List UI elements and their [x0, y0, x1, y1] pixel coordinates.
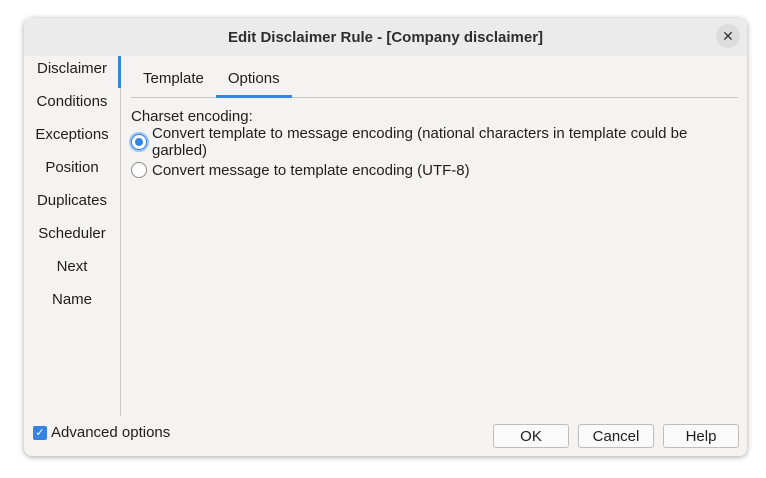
help-button[interactable]: Help	[663, 424, 739, 448]
ok-button[interactable]: OK	[493, 424, 569, 448]
dialog-footer: ✓ Advanced options OK Cancel Help	[24, 416, 747, 456]
content-panel: Template Options Charset encoding: Conve…	[131, 56, 738, 416]
sidebar-item-position[interactable]: Position	[24, 155, 120, 188]
radio-unchecked-icon[interactable]	[131, 162, 147, 178]
radio-checked-icon[interactable]	[131, 134, 147, 150]
close-button[interactable]: ✕	[716, 24, 740, 48]
tab-options[interactable]: Options	[215, 55, 292, 98]
tab-bar: Template Options	[131, 56, 738, 98]
sidebar-item-exceptions[interactable]: Exceptions	[24, 122, 120, 155]
sidebar-item-duplicates[interactable]: Duplicates	[24, 188, 120, 221]
title-bar: Edit Disclaimer Rule - [Company disclaim…	[24, 18, 747, 56]
radio-message-to-template[interactable]: Convert message to template encoding (UT…	[131, 159, 738, 181]
sidebar-item-next[interactable]: Next	[24, 254, 120, 287]
cancel-button[interactable]: Cancel	[578, 424, 654, 448]
sidebar-item-scheduler[interactable]: Scheduler	[24, 221, 120, 254]
dialog-window: Edit Disclaimer Rule - [Company disclaim…	[24, 18, 747, 456]
close-icon: ✕	[722, 27, 734, 44]
window-title: Edit Disclaimer Rule - [Company disclaim…	[227, 28, 544, 46]
advanced-options-checkbox[interactable]: ✓ Advanced options	[33, 424, 170, 441]
sidebar-item-name[interactable]: Name	[24, 287, 120, 320]
sidebar-item-conditions[interactable]: Conditions	[24, 89, 120, 122]
checkmark-icon[interactable]: ✓	[33, 425, 47, 440]
radio-template-to-message[interactable]: Convert template to message encoding (na…	[131, 125, 738, 159]
charset-encoding-label: Charset encoding:	[131, 108, 253, 125]
tab-template[interactable]: Template	[131, 55, 216, 97]
advanced-options-label: Advanced options	[51, 424, 171, 441]
radio-message-to-template-label: Convert message to template encoding (UT…	[152, 161, 470, 179]
radio-template-to-message-label: Convert template to message encoding (na…	[152, 125, 688, 159]
sidebar: Disclaimer Conditions Exceptions Positio…	[24, 56, 121, 416]
sidebar-item-disclaimer[interactable]: Disclaimer	[24, 56, 121, 89]
